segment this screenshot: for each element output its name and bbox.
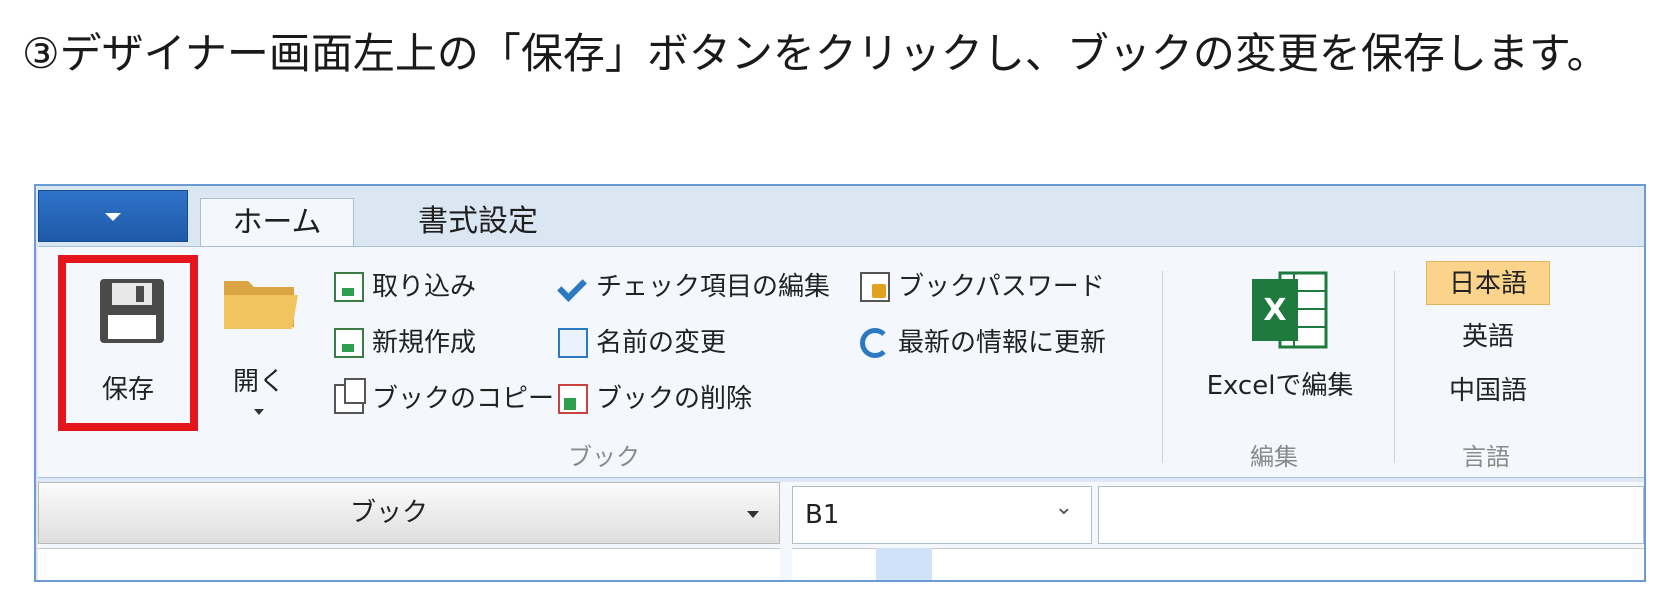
ribbon: 保存 開く 取り込み 新規作成 ブックのコピー チェック項目の編集 名前の変更 … [38, 246, 1644, 478]
edit-check-items-label: チェック項目の編集 [596, 272, 831, 302]
caret-down-icon [105, 213, 121, 221]
floppy-disk-icon [100, 279, 164, 343]
rename-button[interactable]: 名前の変更 [558, 323, 726, 363]
instruction-text: ③デザイナー画面左上の「保存」ボタンをクリックし、ブックの変更を保存します。 [22, 29, 1609, 78]
excel-icon: X [1252, 271, 1328, 349]
refresh-label: 最新の情報に更新 [898, 328, 1107, 358]
book-dropdown[interactable]: ブック [38, 482, 780, 544]
language-english[interactable]: 英語 [1426, 315, 1550, 359]
open-button-label: 開く [232, 367, 285, 397]
book-dropdown-label: ブック [349, 498, 428, 528]
new-book-button[interactable]: 新規作成 [334, 323, 476, 363]
save-button-label: 保存 [101, 375, 154, 405]
tab-row: ホーム 書式設定 [36, 186, 1644, 248]
group-divider [1162, 271, 1163, 463]
copy-book-button[interactable]: ブックのコピー [334, 378, 555, 419]
cell-reference: B1 [805, 500, 840, 530]
selected-column-header[interactable] [876, 548, 932, 580]
book-password-label: ブックパスワード [898, 272, 1105, 302]
book-group-label: ブック [568, 443, 640, 471]
language-chinese[interactable]: 中国語 [1426, 369, 1550, 413]
import-label: 取り込み [372, 272, 477, 302]
open-button[interactable]: 開く [214, 267, 304, 427]
tab-home[interactable]: ホーム [200, 198, 354, 248]
language-japanese[interactable]: 日本語 [1426, 261, 1550, 305]
edit-in-excel-button[interactable]: X Excelで編集 [1190, 265, 1370, 415]
import-button[interactable]: 取り込み [334, 267, 476, 307]
chevron-down-icon[interactable]: ⌄ [1055, 495, 1073, 520]
copy-icon [334, 378, 366, 414]
edit-check-items-button[interactable]: チェック項目の編集 [558, 267, 830, 307]
folder-icon [224, 281, 298, 329]
new-book-label: 新規作成 [372, 328, 477, 358]
edit-group-label: 編集 [1250, 443, 1298, 471]
caret-down-icon [747, 511, 759, 518]
new-sheet-icon [334, 328, 364, 358]
rename-icon [558, 328, 588, 358]
lock-icon [860, 272, 890, 302]
edit-in-excel-label: Excelで編集 [1206, 371, 1354, 401]
book-list-area [38, 548, 780, 580]
tab-format[interactable]: 書式設定 [396, 198, 586, 248]
delete-book-button[interactable]: ブックの削除 [558, 379, 752, 419]
cell-name-box[interactable]: B1 ⌄ [792, 486, 1092, 544]
caret-down-icon [254, 409, 264, 415]
delete-book-icon [558, 384, 588, 414]
book-password-button[interactable]: ブックパスワード [860, 267, 1105, 307]
refresh-button[interactable]: 最新の情報に更新 [860, 323, 1106, 363]
svg-text:X: X [1263, 293, 1286, 328]
group-divider [1394, 271, 1395, 463]
copy-book-label: ブックのコピー [372, 384, 555, 414]
language-group-label: 言語 [1462, 443, 1510, 471]
file-menu-button[interactable] [38, 190, 188, 242]
checkmark-icon [558, 272, 588, 302]
save-button[interactable]: 保存 [58, 255, 198, 431]
refresh-icon [860, 328, 890, 358]
bottom-bar: ブック B1 ⌄ [38, 482, 1644, 580]
formula-bar[interactable] [1098, 486, 1644, 544]
rename-label: 名前の変更 [596, 328, 727, 358]
import-sheet-icon [334, 272, 364, 302]
delete-book-label: ブックの削除 [596, 384, 753, 414]
designer-window: ホーム 書式設定 保存 開く 取り込み 新規作成 ブックのコピー チェック項目の… [34, 184, 1646, 582]
